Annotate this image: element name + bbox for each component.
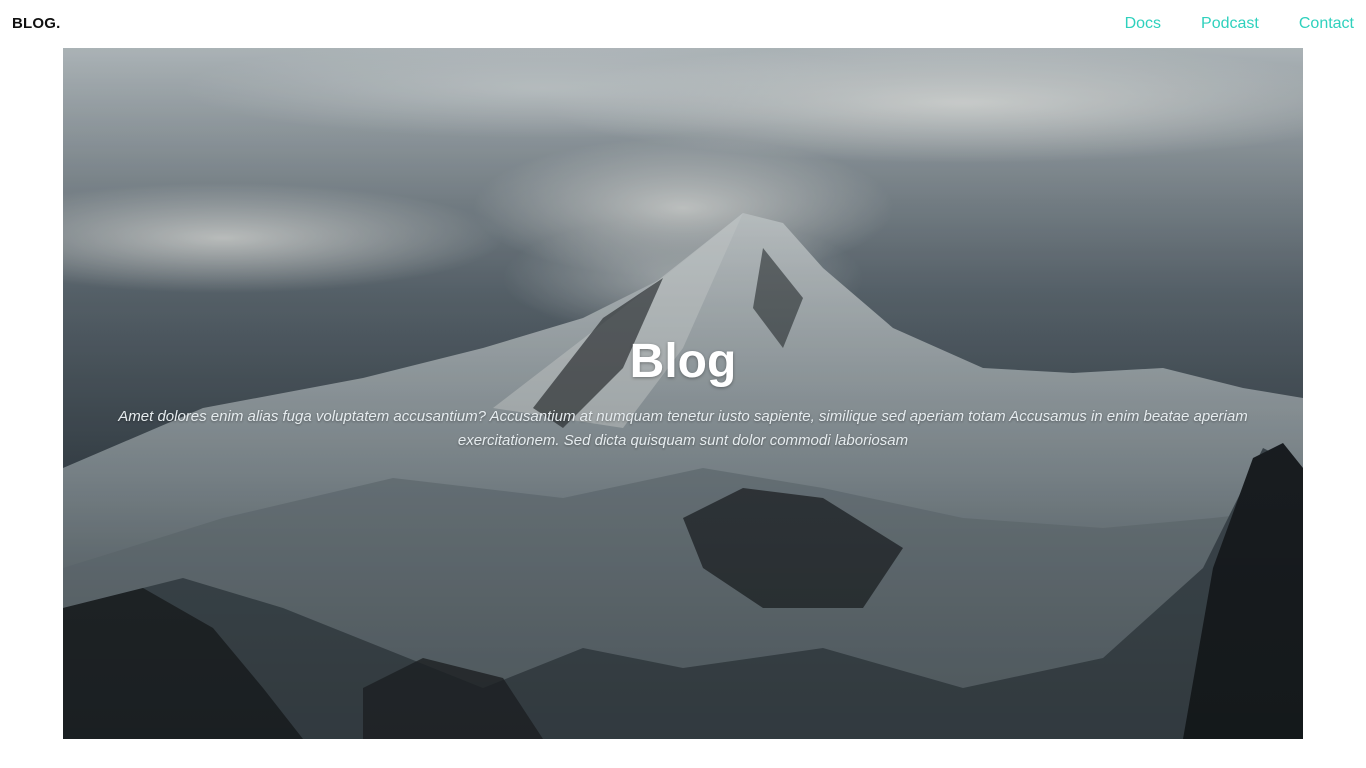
brand-logo[interactable]: BLOG. bbox=[12, 15, 61, 32]
main-nav: Docs Podcast Contact bbox=[1125, 15, 1354, 33]
nav-link-contact[interactable]: Contact bbox=[1299, 15, 1354, 33]
hero-text-block: Blog Amet dolores enim alias fuga volupt… bbox=[63, 333, 1303, 453]
nav-link-podcast[interactable]: Podcast bbox=[1201, 15, 1259, 33]
hero-subtitle: Amet dolores enim alias fuga voluptatem … bbox=[118, 408, 1248, 449]
hero-title: Blog bbox=[629, 335, 737, 388]
hero-banner: Blog Amet dolores enim alias fuga volupt… bbox=[63, 48, 1303, 739]
nav-link-docs[interactable]: Docs bbox=[1125, 15, 1161, 33]
top-navbar: BLOG. Docs Podcast Contact bbox=[0, 0, 1366, 48]
